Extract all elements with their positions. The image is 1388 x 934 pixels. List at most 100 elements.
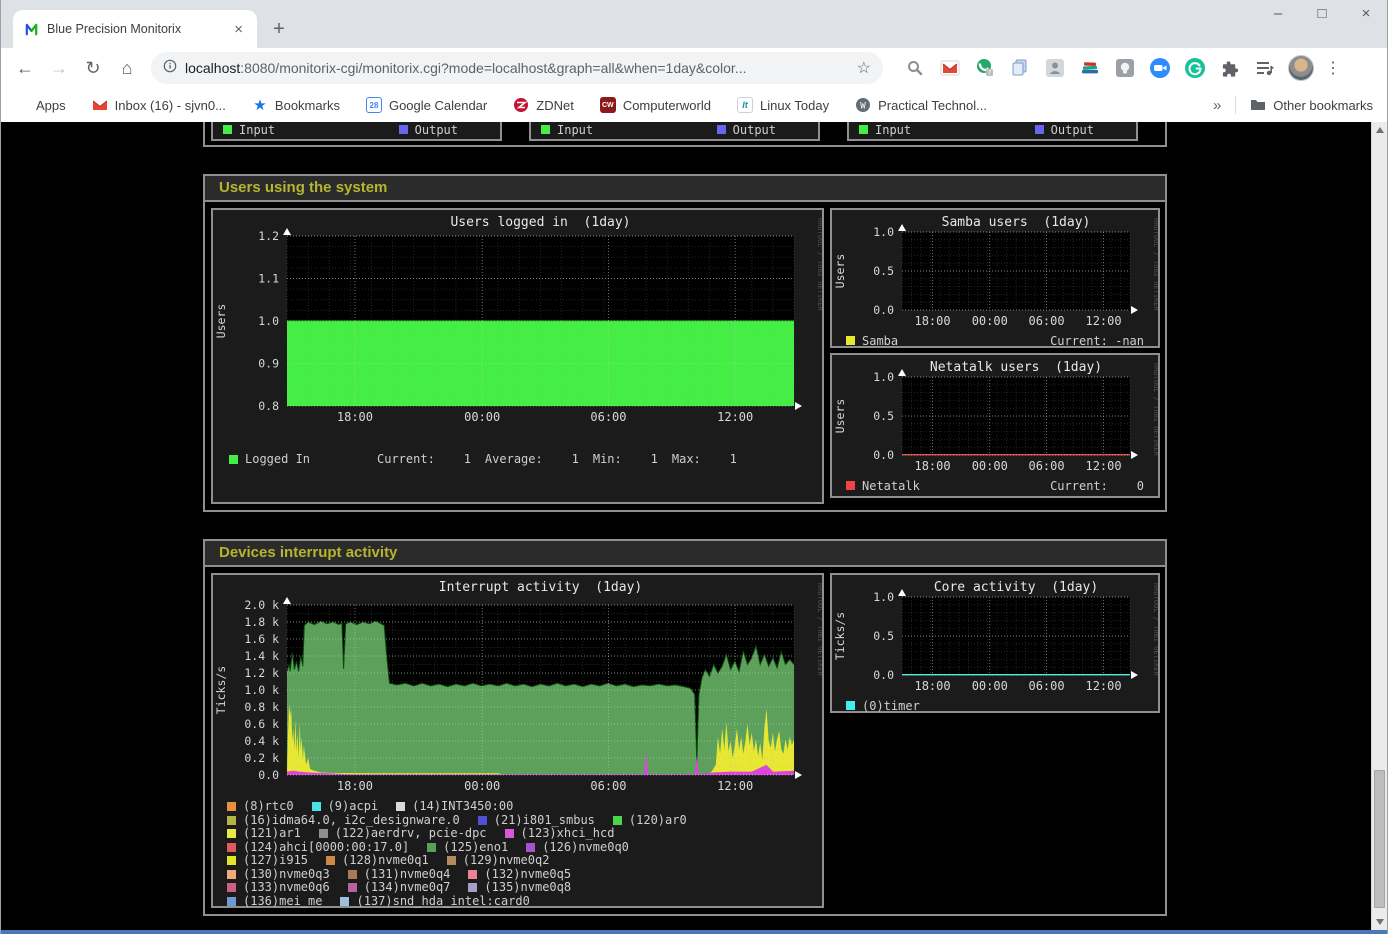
- output-swatch: [717, 125, 726, 134]
- home-icon[interactable]: ⌂: [113, 54, 141, 82]
- bookmarks-divider: [1235, 96, 1236, 114]
- svg-text:Netatalk users (1day): Netatalk users (1day): [930, 360, 1102, 375]
- url-path: :8080/monitorix-cgi/monitorix.cgi?mode=l…: [240, 60, 746, 76]
- bookmark-linux-today[interactable]: lt Linux Today: [737, 97, 829, 113]
- cutoff-panel-2: Input Output: [529, 122, 820, 141]
- svg-text:Ticks/s: Ticks/s: [833, 612, 847, 660]
- bookmark-practical-technology[interactable]: W Practical Technol...: [855, 97, 987, 113]
- svg-text:0.0: 0.0: [873, 448, 894, 462]
- svg-text:0.8 k: 0.8 k: [244, 700, 279, 714]
- calendar-icon: 28: [366, 97, 382, 113]
- cutoff-graph-row: Input Output Input Output Input Output: [203, 122, 1167, 147]
- svg-text:00:00: 00:00: [972, 459, 1008, 473]
- close-button[interactable]: ×: [1359, 6, 1373, 21]
- svg-text:RRDTOOL / TOBI OETIKER: RRDTOOL / TOBI OETIKER: [816, 583, 822, 677]
- page-info-icon[interactable]: [163, 59, 177, 78]
- svg-text:RRDTOOL / TOBI OETIKER: RRDTOOL / TOBI OETIKER: [1152, 583, 1158, 677]
- back-icon[interactable]: ←: [11, 54, 39, 82]
- profile-avatar[interactable]: [1288, 55, 1314, 81]
- vertical-scrollbar[interactable]: [1371, 122, 1387, 930]
- tab-close-icon[interactable]: ×: [230, 21, 247, 38]
- svg-text:00:00: 00:00: [972, 314, 1008, 328]
- zoom-extension-icon[interactable]: [1148, 56, 1172, 80]
- bookmark-computerworld[interactable]: CW Computerworld: [600, 97, 711, 113]
- maximize-button[interactable]: □: [1315, 6, 1329, 21]
- section-title-interrupts: Devices interrupt activity: [205, 541, 1165, 567]
- svg-text:1.0: 1.0: [873, 225, 894, 239]
- svg-text:12:00: 12:00: [717, 779, 753, 791]
- person-extension-icon[interactable]: [1043, 56, 1067, 80]
- svg-text:1.0 k: 1.0 k: [244, 683, 279, 697]
- svg-text:Users: Users: [833, 399, 847, 434]
- scroll-up-arrow[interactable]: [1372, 122, 1387, 138]
- output-swatch: [399, 125, 408, 134]
- forward-icon[interactable]: →: [45, 54, 73, 82]
- copy-pages-extension-icon[interactable]: [1008, 56, 1032, 80]
- window-controls: – □ ×: [1271, 6, 1373, 21]
- other-bookmarks[interactable]: Other bookmarks: [1250, 97, 1373, 113]
- chart-panel-netatalk: 18:0000:0006:0012:001.00.50.0Netatalk us…: [830, 353, 1160, 498]
- chart-panel-samba: 18:0000:0006:0012:001.00.50.0Samba users…: [830, 208, 1160, 348]
- grammarly-extension-icon[interactable]: [1183, 56, 1207, 80]
- lamp-extension-icon[interactable]: [1113, 56, 1137, 80]
- svg-text:W: W: [860, 102, 866, 112]
- svg-text:0.6 k: 0.6 k: [244, 717, 279, 731]
- new-tab-button[interactable]: +: [265, 15, 293, 43]
- star-icon: ★: [252, 97, 268, 113]
- bookmark-zdnet[interactable]: ZDNet: [513, 97, 574, 113]
- svg-text:06:00: 06:00: [1028, 679, 1064, 693]
- svg-text:0.2 k: 0.2 k: [244, 751, 279, 765]
- bookmarks-bar: Apps Inbox (16) - sjvn0... ★ Bookmarks 2…: [1, 88, 1387, 122]
- svg-text:06:00: 06:00: [590, 410, 626, 424]
- chrome-menu-icon[interactable]: ⋮: [1325, 58, 1339, 78]
- svg-text:1.0: 1.0: [258, 314, 279, 328]
- chart-panel-interrupt-activity: 18:0000:0006:0012:002.0 k1.8 k1.6 k1.4 k…: [211, 573, 824, 908]
- svg-text:2.0 k: 2.0 k: [244, 598, 279, 612]
- svg-text:00:00: 00:00: [464, 779, 500, 791]
- users-logged-in-chart: 18:0000:0006:0012:001.21.11.00.90.8Users…: [213, 210, 822, 437]
- playlist-music-icon[interactable]: [1253, 56, 1277, 80]
- core-activity-legend: (0)timer: [832, 698, 1158, 714]
- samba-users-chart: 18:0000:0006:0012:001.00.50.0Samba users…: [832, 210, 1158, 333]
- svg-text:RRDTOOL / TOBI OETIKER: RRDTOOL / TOBI OETIKER: [1152, 363, 1158, 457]
- browser-tab[interactable]: Blue Precision Monitorix ×: [13, 10, 257, 48]
- svg-text:Interrupt activity (1day): Interrupt activity (1day): [439, 580, 643, 595]
- chart-panel-core-activity: 18:0000:0006:0012:001.00.50.0Core activi…: [830, 573, 1160, 713]
- netatalk-users-chart: 18:0000:0006:0012:001.00.50.0Netatalk us…: [832, 355, 1158, 478]
- svg-text:06:00: 06:00: [1028, 314, 1064, 328]
- svg-text:0.0: 0.0: [873, 668, 894, 682]
- svg-text:0.5: 0.5: [873, 264, 894, 278]
- svg-text:18:00: 18:00: [914, 679, 950, 693]
- samba-legend: SambaCurrent: -nan: [832, 333, 1158, 349]
- computerworld-icon: CW: [600, 97, 616, 113]
- bookmark-google-calendar[interactable]: 28 Google Calendar: [366, 97, 487, 113]
- scroll-down-arrow[interactable]: [1372, 914, 1387, 930]
- gmail-extension-icon[interactable]: [938, 56, 962, 80]
- bookmark-bookmarks[interactable]: ★ Bookmarks: [252, 97, 340, 113]
- extensions-puzzle-icon[interactable]: [1218, 56, 1242, 80]
- minimize-button[interactable]: –: [1271, 6, 1285, 21]
- bookmarks-overflow-chevron[interactable]: »: [1213, 97, 1221, 114]
- svg-text:06:00: 06:00: [590, 779, 626, 791]
- section-users: Users using the system 18:0000:0006:0012…: [203, 174, 1167, 512]
- svg-text:0.8: 0.8: [258, 399, 279, 413]
- voice-extension-icon[interactable]: ?: [973, 56, 997, 80]
- interrupt-legend: (8)rtc0(9)acpi(14)INT3450:00(16)idma64.0…: [213, 796, 822, 908]
- bookmark-star-icon[interactable]: ☆: [857, 58, 871, 78]
- bookmark-inbox[interactable]: Inbox (16) - sjvn0...: [92, 97, 226, 113]
- search-extension-icon[interactable]: [903, 56, 927, 80]
- reload-icon[interactable]: ↻: [79, 54, 107, 82]
- svg-text:12:00: 12:00: [1085, 314, 1121, 328]
- svg-text:Core activity (1day): Core activity (1day): [934, 580, 1098, 595]
- chart-panel-users-logged-in: 18:0000:0006:0012:001.21.11.00.90.8Users…: [211, 208, 824, 504]
- apps-grid-icon: [15, 98, 29, 112]
- books-extension-icon[interactable]: [1078, 56, 1102, 80]
- scrollbar-thumb[interactable]: [1374, 770, 1385, 908]
- svg-text:Users logged in (1day): Users logged in (1day): [450, 215, 630, 230]
- svg-text:?: ?: [988, 70, 992, 77]
- svg-text:12:00: 12:00: [717, 410, 753, 424]
- bookmark-apps[interactable]: Apps: [15, 98, 66, 113]
- url-bar[interactable]: localhost:8080/monitorix-cgi/monitorix.c…: [151, 52, 883, 84]
- svg-text:12:00: 12:00: [1085, 679, 1121, 693]
- url-host: localhost: [185, 60, 240, 76]
